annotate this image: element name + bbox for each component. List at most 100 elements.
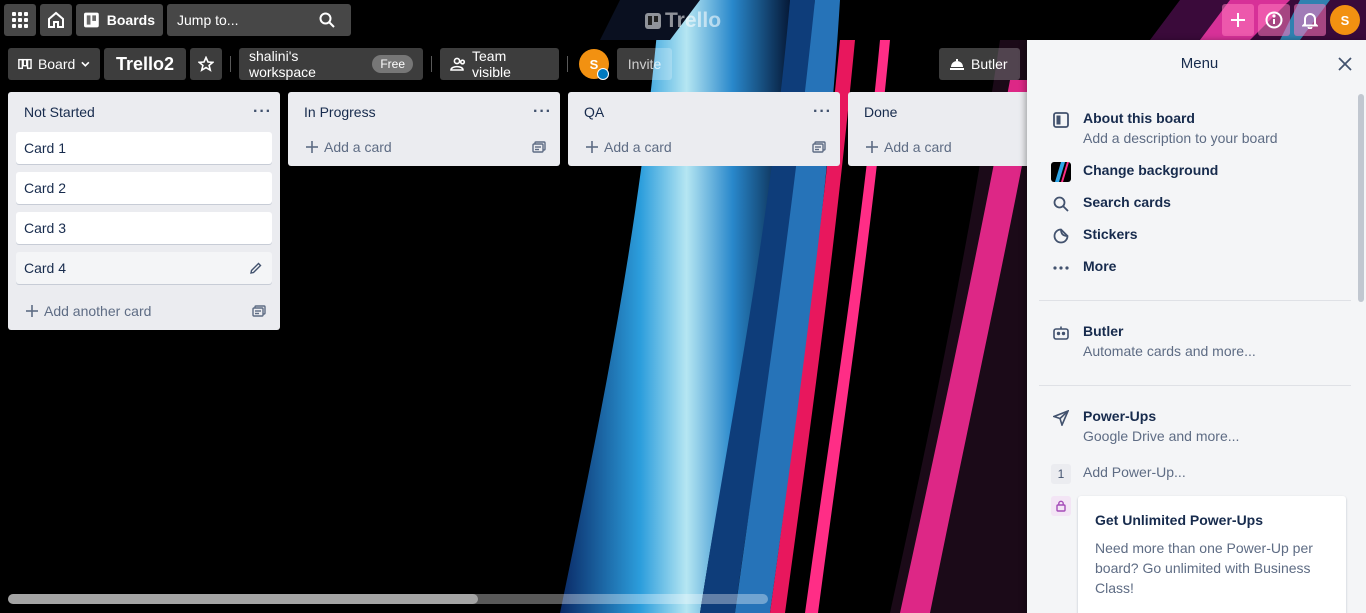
plus-icon — [586, 141, 598, 153]
menu-search-cards[interactable]: Search cards — [1051, 194, 1171, 214]
board-horizontal-scrollbar[interactable] — [8, 594, 768, 604]
workspace-button[interactable]: shalini's workspace Free — [239, 48, 423, 80]
background-thumbnail-icon — [1051, 162, 1071, 182]
about-description: Add a description to your board — [1083, 130, 1278, 146]
scrollbar-thumb[interactable] — [8, 594, 478, 604]
more-dots-icon — [1053, 266, 1069, 270]
list-menu-icon[interactable]: ··· — [253, 103, 272, 121]
trello-logo-icon — [645, 13, 661, 29]
power-up-count: 1 — [1051, 464, 1071, 484]
list-menu-icon[interactable]: ··· — [813, 103, 832, 121]
butler-robot-icon — [1053, 326, 1069, 340]
plus-icon — [26, 305, 38, 317]
board-header: Board Trello2 shalini's workspace Free T… — [0, 48, 1030, 80]
card-template-icon[interactable] — [812, 141, 826, 153]
boards-button[interactable]: Boards — [76, 4, 163, 36]
create-button[interactable] — [1222, 4, 1254, 36]
upsell-title: Get Unlimited Power-Ups — [1095, 512, 1264, 528]
butler-button[interactable]: Butler — [939, 48, 1020, 80]
plus-icon — [306, 141, 318, 153]
list-title[interactable]: QA — [584, 104, 604, 120]
home-button[interactable] — [40, 4, 72, 36]
close-icon[interactable] — [1337, 56, 1353, 72]
bell-icon — [1302, 13, 1318, 29]
boards-icon — [84, 12, 99, 28]
butler-title: Butler — [1083, 323, 1124, 339]
menu-butler[interactable]: Butler Automate cards and more... — [1051, 323, 1256, 359]
list-header[interactable]: Done — [848, 92, 1027, 132]
butler-description: Automate cards and more... — [1083, 343, 1256, 359]
change-background-label: Change background — [1083, 162, 1219, 178]
power-ups-title: Power-Ups — [1083, 408, 1157, 424]
user-avatar[interactable]: S — [1330, 5, 1360, 35]
plan-badge: Free — [372, 55, 413, 73]
list-title[interactable]: In Progress — [304, 104, 376, 120]
card[interactable]: Card 1 — [16, 132, 272, 164]
apps-grid-icon — [12, 12, 28, 28]
plus-icon — [1231, 13, 1245, 27]
list-title[interactable]: Done — [864, 104, 897, 120]
list-in-progress: In Progress ··· Add a card — [288, 92, 560, 166]
logo-text: Trello — [665, 9, 722, 32]
list-qa: QA ··· Add a card — [568, 92, 840, 166]
add-power-up-label: Add Power-Up... — [1083, 464, 1186, 480]
board-info-icon — [1053, 112, 1069, 128]
list-title[interactable]: Not Started — [24, 104, 95, 120]
star-icon — [198, 56, 214, 72]
upgrade-upsell-card[interactable]: Get Unlimited Power-Ups Need more than o… — [1078, 496, 1346, 613]
about-title: About this board — [1083, 110, 1195, 126]
edit-pencil-icon[interactable] — [250, 262, 262, 274]
card[interactable]: Card 3 — [16, 212, 272, 244]
add-card-button[interactable]: Add another card — [8, 292, 280, 330]
add-card-button[interactable]: Add a card — [288, 128, 560, 166]
list-header[interactable]: Not Started ··· — [8, 92, 280, 132]
visibility-button[interactable]: Team visible — [440, 48, 559, 80]
rocket-icon — [1053, 410, 1069, 426]
search-input[interactable] — [175, 11, 319, 29]
information-button[interactable] — [1258, 4, 1290, 36]
board-menu-panel: Menu About this board Add a description … — [1027, 40, 1366, 613]
board-name[interactable]: Trello2 — [104, 48, 186, 80]
menu-more[interactable]: More — [1051, 258, 1116, 278]
search-icon — [1053, 196, 1069, 212]
top-nav-bar: Boards Trello S — [0, 0, 1366, 40]
board-view-icon — [18, 58, 32, 70]
list-done: Done Add a card — [848, 92, 1027, 166]
invite-button[interactable]: Invite — [617, 48, 672, 80]
list-header[interactable]: In Progress ··· — [288, 92, 560, 132]
menu-about-board[interactable]: About this board Add a description to yo… — [1051, 110, 1278, 146]
board-view-switcher[interactable]: Board — [8, 48, 100, 80]
menu-add-power-up[interactable]: 1 Add Power-Up... — [1051, 464, 1186, 484]
add-card-button[interactable]: Add a card — [568, 128, 840, 166]
divider — [431, 56, 432, 72]
boards-label: Boards — [106, 12, 155, 28]
divider — [567, 56, 568, 72]
home-icon — [48, 11, 64, 28]
star-board-button[interactable] — [190, 48, 222, 80]
card-template-icon[interactable] — [252, 305, 266, 317]
menu-title: Menu — [1180, 55, 1219, 72]
card[interactable]: Card 2 — [16, 172, 272, 204]
list-menu-icon[interactable]: ··· — [533, 103, 552, 121]
menu-divider — [1039, 300, 1351, 301]
more-label: More — [1083, 258, 1117, 274]
plus-icon — [866, 141, 878, 153]
menu-stickers[interactable]: Stickers — [1051, 226, 1137, 246]
card[interactable]: Card 4 — [16, 252, 272, 284]
menu-scrollbar[interactable] — [1358, 94, 1364, 302]
upsell-text: Need more than one Power-Up per board? G… — [1095, 540, 1313, 596]
add-card-button[interactable]: Add a card — [848, 128, 1027, 166]
notifications-button[interactable] — [1294, 4, 1326, 36]
info-icon — [1265, 11, 1283, 29]
card-template-icon[interactable] — [532, 141, 546, 153]
divider — [230, 56, 231, 72]
menu-power-ups[interactable]: Power-Ups Google Drive and more... — [1051, 408, 1239, 444]
jump-to-search[interactable] — [167, 4, 351, 36]
apps-grid-button[interactable] — [4, 4, 36, 36]
menu-change-background[interactable]: Change background — [1051, 162, 1218, 182]
trello-logo[interactable]: Trello — [645, 8, 721, 34]
list-header[interactable]: QA ··· — [568, 92, 840, 132]
menu-divider — [1039, 385, 1351, 386]
sticker-icon — [1053, 228, 1069, 244]
list-not-started: Not Started ··· Card 1 Card 2 Card 3 Car… — [8, 92, 280, 330]
